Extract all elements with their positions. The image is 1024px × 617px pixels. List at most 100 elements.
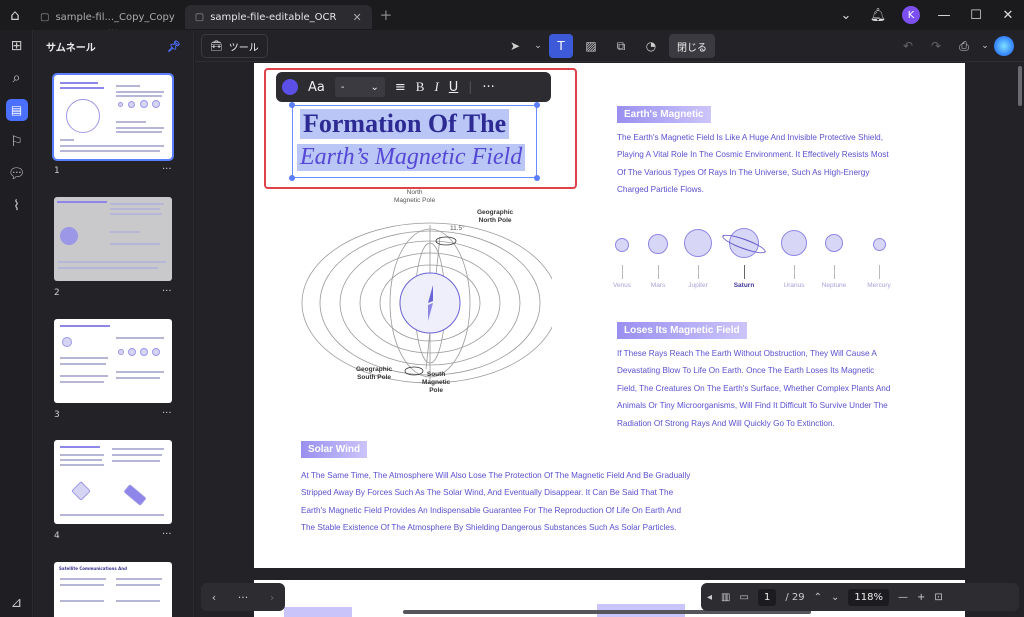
chevron-down-icon[interactable]: ⌄: [830, 8, 862, 23]
planet-label: Mercury: [867, 282, 891, 289]
magnetic-field-illustration: [301, 222, 559, 384]
section-tag-earth-magnetic[interactable]: Earth's Magnetic: [617, 106, 711, 123]
thumbnail-page-5[interactable]: Satellite Communications And: [54, 562, 172, 617]
title-line-2[interactable]: Earth’s Magnetic Field: [297, 144, 526, 171]
layers-icon[interactable]: ⊿: [0, 595, 33, 611]
more-icon[interactable]: ···: [162, 529, 172, 540]
chevron-up-icon[interactable]: ⌃: [814, 592, 822, 603]
close-edit-button[interactable]: 閉じる: [669, 34, 715, 58]
avatar[interactable]: K: [902, 6, 920, 24]
notification-icon[interactable]: 🔔︎: [862, 8, 894, 23]
title-bar: ⌂ ▢ sample-fil..._Copy_Copy ▢ sample-fil…: [0, 0, 1024, 30]
save-icon[interactable]: ⎙: [952, 34, 976, 58]
title-line-1[interactable]: Formation Of The: [300, 109, 510, 139]
thumbnail-page-1[interactable]: [52, 73, 174, 161]
resize-handle[interactable]: [289, 175, 295, 181]
more-icon[interactable]: ···: [238, 591, 249, 604]
zoom-in-icon[interactable]: +: [917, 592, 925, 603]
grid-icon[interactable]: ⊞: [0, 30, 33, 62]
text-edit-icon[interactable]: T: [549, 34, 573, 58]
paragraph-loses-magnetic[interactable]: If These Rays Reach The Earth Without Ob…: [617, 345, 890, 432]
image-edit-icon[interactable]: ▨: [579, 34, 603, 58]
tab-label: sample-fil..._Copy_Copy: [55, 11, 175, 23]
resize-handle[interactable]: [289, 102, 295, 108]
planet-label: Uranus: [783, 282, 805, 289]
thumbnail-title: Satellite Communications And: [59, 566, 127, 571]
pin-icon[interactable]: 📌︎: [167, 40, 181, 53]
text-color-picker[interactable]: [282, 79, 298, 95]
minimize-icon[interactable]: —: [928, 8, 960, 23]
page-number-input[interactable]: 1: [757, 588, 777, 606]
page-layout-icon[interactable]: ▥: [721, 592, 730, 603]
chevron-left-icon[interactable]: ‹: [212, 591, 216, 604]
italic-icon[interactable]: I: [434, 79, 438, 95]
ai-assistant-icon[interactable]: [994, 36, 1014, 56]
thumbnail-page-3[interactable]: [54, 319, 172, 403]
zoom-bar: ◂ ▥ ▭ 1 / 29 ⌃ ⌄ 118% — + ⊡: [701, 583, 1019, 611]
fit-page-icon[interactable]: ⊡: [934, 592, 942, 603]
tools-label: ツール: [228, 42, 259, 54]
maximize-icon[interactable]: ☐: [960, 8, 992, 23]
tab-editable-ocr[interactable]: ▢ sample-file-editable_OCR ✕: [184, 5, 372, 29]
thumbnail-label: 1: [54, 166, 60, 176]
redo-icon[interactable]: ↷: [924, 34, 948, 58]
comment-icon[interactable]: 💬︎: [0, 158, 33, 190]
more-icon[interactable]: ···: [162, 164, 172, 175]
planet-label: Neptune: [821, 282, 847, 289]
zoom-out-icon[interactable]: —: [898, 592, 908, 603]
planet-label: Saturn: [733, 282, 755, 289]
section-tag-loses-magnetic[interactable]: Loses Its Magnetic Field: [617, 322, 747, 339]
chevron-down-icon[interactable]: ⌄: [831, 592, 839, 603]
home-icon[interactable]: ⌂: [0, 0, 30, 30]
more-options-icon[interactable]: ···: [482, 80, 494, 95]
zoom-level[interactable]: 118%: [848, 588, 889, 606]
collapse-icon[interactable]: ◂: [707, 592, 712, 603]
close-window-icon[interactable]: ✕: [992, 8, 1024, 23]
font-size-select[interactable]: - ⌄: [334, 77, 385, 97]
select-cursor-icon[interactable]: ➤: [503, 34, 527, 58]
thumbnail-page-4[interactable]: [54, 440, 172, 524]
thumbnail-label: 3: [54, 410, 60, 420]
thumbnail-panel: サムネール 📌︎ 1 ··· 2 ··· 3 ··· 4 ··· Satelli…: [34, 30, 194, 617]
watermark-icon[interactable]: ◔: [639, 34, 663, 58]
search-icon[interactable]: ⌕: [0, 62, 33, 94]
panel-title: サムネール: [46, 42, 96, 54]
page-navigation: ‹ ··· ›: [201, 583, 285, 611]
title-text-box[interactable]: Formation Of The Earth’s Magnetic Field: [289, 102, 540, 181]
underline-icon[interactable]: U: [449, 80, 459, 95]
resize-handle[interactable]: [534, 102, 540, 108]
add-tab-icon[interactable]: +: [380, 6, 393, 24]
resize-handle[interactable]: [534, 175, 540, 181]
section-tag-solar-wind[interactable]: Solar Wind: [301, 441, 368, 458]
chevron-down-icon[interactable]: ⌄: [980, 34, 990, 58]
thumbnail-label: 4: [54, 531, 60, 541]
planet-uranus-icon: [781, 230, 807, 256]
thumbnail-page-2[interactable]: [54, 197, 172, 281]
planet-label: Mars: [650, 282, 666, 289]
vertical-scrollbar[interactable]: [1018, 66, 1022, 106]
paragraph-solar-wind[interactable]: At The Same Time, The Atmosphere Will Al…: [301, 467, 690, 537]
magnetic-field-diagram: North Magnetic Pole Geographic North Pol…: [280, 189, 559, 413]
attachment-icon[interactable]: ⌇: [0, 190, 33, 222]
planet-label: Venus: [612, 282, 632, 289]
chevron-right-icon[interactable]: ›: [270, 591, 274, 604]
undo-icon[interactable]: ↶: [896, 34, 920, 58]
bookmark-icon[interactable]: ⚐: [0, 126, 33, 158]
more-icon[interactable]: ···: [162, 286, 172, 297]
planet-row: Venus Mars Jupiter Saturn Uranus Neptune…: [609, 225, 899, 295]
tools-button[interactable]: 🧰︎ ツール: [201, 34, 268, 58]
pages-icon[interactable]: ▤: [0, 94, 33, 126]
more-icon[interactable]: ···: [162, 408, 172, 419]
align-icon[interactable]: ≡: [395, 80, 406, 95]
chevron-down-icon[interactable]: ⌄: [533, 34, 543, 58]
bold-icon[interactable]: B: [416, 79, 425, 95]
planet-mercury-icon: [873, 238, 886, 251]
font-family-button[interactable]: Aa: [308, 80, 325, 95]
document-icon: ▢: [40, 11, 50, 23]
tab-label: sample-file-editable_OCR: [210, 11, 337, 23]
close-tab-icon[interactable]: ✕: [352, 11, 361, 24]
paragraph-earth-magnetic[interactable]: The Earth's Magnetic Field Is Like A Hug…: [617, 129, 889, 199]
link-edit-icon[interactable]: ⧉: [609, 34, 633, 58]
font-size-value: -: [340, 81, 345, 93]
presentation-icon[interactable]: ▭: [739, 592, 748, 603]
